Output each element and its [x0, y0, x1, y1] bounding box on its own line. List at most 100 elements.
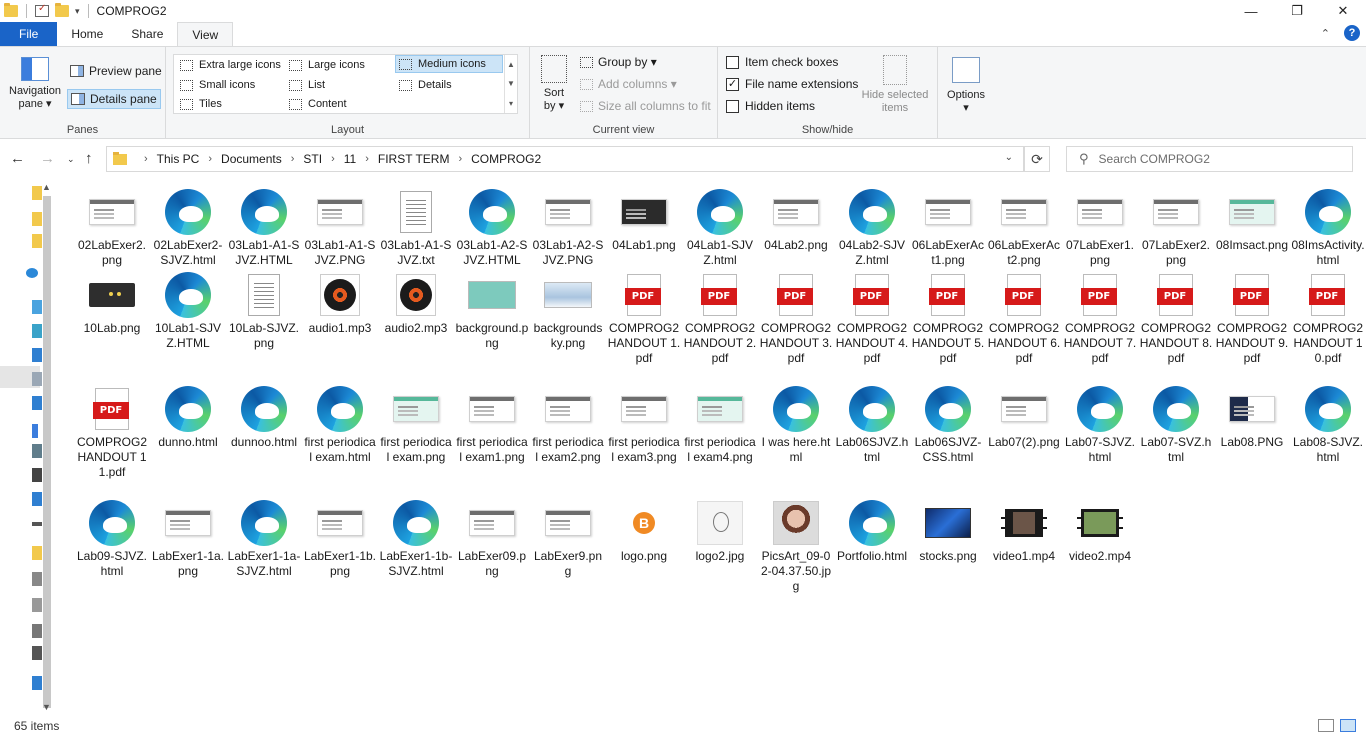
file-item[interactable]: PDF COMPROG2 HANDOUT 8.pdf	[1138, 271, 1214, 366]
file-item[interactable]: 03Lab1-A2-SJVZ.PNG	[530, 188, 606, 268]
recent-locations-icon[interactable]: ⌄	[67, 154, 75, 165]
expand-gallery-icon[interactable]: ▾	[509, 99, 513, 108]
file-item[interactable]: 02LabExer2.png	[74, 188, 150, 268]
chevron-right-icon[interactable]: ›	[208, 153, 212, 165]
file-item[interactable]: 04Lab1-SJVZ.html	[682, 188, 758, 268]
file-item[interactable]: dunno.html	[150, 385, 226, 450]
file-item[interactable]: first periodical exam2.png	[530, 385, 606, 465]
layout-small-icons[interactable]: Small icons	[177, 76, 258, 94]
chevron-right-icon[interactable]: ›	[291, 153, 295, 165]
forward-arrow-icon[interactable]: →	[40, 150, 55, 167]
breadcrumb-11[interactable]: 11	[344, 152, 356, 166]
file-item[interactable]: Lab08.PNG	[1214, 385, 1290, 450]
collapse-ribbon-icon[interactable]: ⌃	[1321, 27, 1330, 40]
file-item[interactable]: 04Lab2-SJVZ.html	[834, 188, 910, 268]
file-item[interactable]: PDF COMPROG2 HANDOUT 9.pdf	[1214, 271, 1290, 366]
file-item[interactable]: PDF COMPROG2 HANDOUT 3.pdf	[758, 271, 834, 366]
breadcrumb-first-term[interactable]: FIRST TERM	[378, 152, 450, 166]
chevron-right-icon[interactable]: ›	[365, 153, 369, 165]
file-item[interactable]: LabExer1-1b.png	[302, 499, 378, 579]
tab-home[interactable]: Home	[57, 22, 117, 46]
file-item[interactable]: Lab06SJVZ-CSS.html	[910, 385, 986, 465]
customize-toolbar-icon[interactable]: ▾	[75, 6, 80, 17]
details-view-toggle-icon[interactable]	[1318, 719, 1334, 732]
breadcrumb-this-pc[interactable]: This PC	[157, 152, 200, 166]
minimize-button[interactable]: —	[1228, 0, 1274, 22]
file-item[interactable]: backgroundsky.png	[530, 271, 606, 351]
file-item[interactable]: PDF COMPROG2 HANDOUT 4.pdf	[834, 271, 910, 366]
layout-extra-large-icons[interactable]: Extra large icons	[177, 56, 284, 74]
item-check-boxes-checkbox[interactable]	[726, 55, 739, 69]
file-item[interactable]: Lab08-SJVZ.html	[1290, 385, 1366, 465]
layout-tiles[interactable]: Tiles	[177, 95, 225, 113]
layout-details[interactable]: Details	[396, 76, 455, 94]
hidden-items-checkbox[interactable]	[726, 99, 739, 113]
add-columns-button[interactable]: Add columns ▾	[580, 74, 677, 94]
refresh-button[interactable]: ⟳	[1024, 146, 1050, 172]
maximize-button[interactable]: ❐	[1274, 0, 1320, 22]
file-item[interactable]: 02LabExer2-SJVZ.html	[150, 188, 226, 268]
file-item[interactable]: Blogo.png	[606, 499, 682, 564]
file-item[interactable]: Lab07(2).png	[986, 385, 1062, 450]
file-item[interactable]: PDF COMPROG2 HANDOUT 1.pdf	[606, 271, 682, 366]
layout-content[interactable]: Content	[286, 95, 350, 113]
file-name-extensions-toggle[interactable]: ✓ File name extensions	[726, 74, 858, 94]
file-item[interactable]: background.png	[454, 271, 530, 351]
file-item[interactable]: 03Lab1-A2-SJVZ.HTML	[454, 188, 530, 268]
file-item[interactable]: LabExer1-1b-SJVZ.html	[378, 499, 454, 579]
file-item[interactable]: logo2.jpg	[682, 499, 758, 564]
layout-large-icons[interactable]: Large icons	[286, 56, 368, 74]
file-item[interactable]: first periodical exam.html	[302, 385, 378, 465]
file-item[interactable]: Portfolio.html	[834, 499, 910, 564]
hidden-items-toggle[interactable]: Hidden items	[726, 96, 815, 116]
properties-icon[interactable]	[35, 3, 49, 17]
chevron-down-icon[interactable]: ⌄	[1005, 152, 1013, 163]
nav-scroll-thumb[interactable]	[43, 196, 51, 708]
file-item[interactable]: first periodical exam3.png	[606, 385, 682, 465]
file-item[interactable]: PDF COMPROG2 HANDOUT 5.pdf	[910, 271, 986, 366]
file-item[interactable]: Lab09-SJVZ.html	[74, 499, 150, 579]
breadcrumb-comprog2[interactable]: COMPROG2	[471, 152, 541, 166]
large-icons-toggle-icon[interactable]	[1340, 719, 1356, 732]
item-check-boxes-toggle[interactable]: Item check boxes	[726, 52, 838, 72]
close-button[interactable]: ✕	[1320, 0, 1366, 22]
file-item[interactable]: first periodical exam1.png	[454, 385, 530, 465]
preview-pane-button[interactable]: Preview pane	[67, 61, 165, 81]
file-item[interactable]: PDF COMPROG2 HANDOUT 6.pdf	[986, 271, 1062, 366]
file-item[interactable]: 10Lab1-SJVZ.HTML	[150, 271, 226, 351]
tab-view[interactable]: View	[177, 22, 234, 46]
file-item[interactable]: 07LabExer1.png	[1062, 188, 1138, 268]
file-item[interactable]: 10Lab.png	[74, 271, 150, 336]
file-item[interactable]: 07LabExer2.png	[1138, 188, 1214, 268]
options-button[interactable]: Options ▾	[942, 57, 990, 115]
file-item[interactable]: LabExer1-1a-SJVZ.html	[226, 499, 302, 579]
file-item[interactable]: LabExer09.png	[454, 499, 530, 579]
file-item[interactable]: video2.mp4	[1062, 499, 1138, 564]
file-item[interactable]: LabExer1-1a.png	[150, 499, 226, 579]
up-arrow-icon[interactable]: ↑	[85, 150, 93, 167]
file-item[interactable]: 04Lab2.png	[758, 188, 834, 253]
file-item[interactable]: 03Lab1-A1-SJVZ.txt	[378, 188, 454, 268]
navigation-pane-button[interactable]: Navigation pane ▾	[6, 57, 64, 111]
file-item[interactable]: Lab06SJVZ.html	[834, 385, 910, 465]
address-bar[interactable]: › This PC › Documents › STI › 11 › FIRST…	[106, 146, 1024, 172]
nav-scrollbar[interactable]: ▲ ▼	[40, 182, 54, 712]
tab-file[interactable]: File	[0, 22, 58, 46]
file-item[interactable]: 03Lab1-A1-SJVZ.PNG	[302, 188, 378, 268]
layout-list[interactable]: List	[286, 76, 328, 94]
file-item[interactable]: dunnoo.html	[226, 385, 302, 450]
scroll-down-icon[interactable]: ▼	[507, 79, 515, 88]
chevron-right-icon[interactable]: ›	[458, 153, 462, 165]
group-by-button[interactable]: Group by ▾	[580, 52, 657, 72]
file-item[interactable]: 04Lab1.png	[606, 188, 682, 253]
new-folder-icon[interactable]	[55, 3, 69, 17]
file-item[interactable]: LabExer9.png	[530, 499, 606, 579]
chevron-right-icon[interactable]: ›	[331, 153, 335, 165]
scroll-down-icon[interactable]: ▼	[42, 702, 51, 712]
file-item[interactable]: audio1.mp3	[302, 271, 378, 336]
file-item[interactable]: video1.mp4	[986, 499, 1062, 564]
scroll-up-icon[interactable]: ▲	[42, 182, 51, 192]
layout-gallery-scroll[interactable]: ▲ ▼ ▾	[504, 55, 517, 113]
layout-medium-icons[interactable]: Medium icons	[395, 55, 503, 73]
search-box[interactable]: ⚲ Search COMPROG2	[1066, 146, 1353, 172]
